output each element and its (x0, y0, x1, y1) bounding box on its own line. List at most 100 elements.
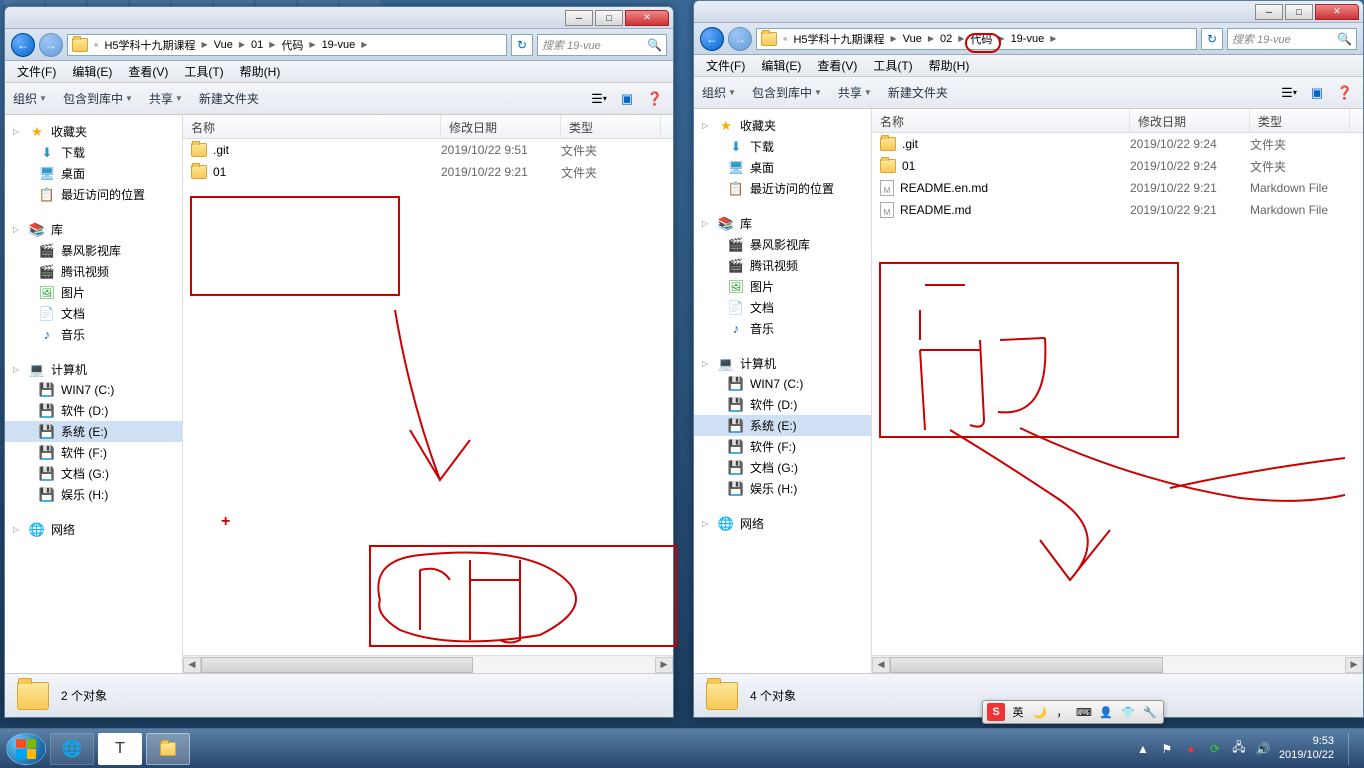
sidebar-item[interactable]: 🎬暴风影视库 (694, 234, 871, 255)
forward-button[interactable]: → (39, 33, 63, 57)
titlebar[interactable]: ─ □ ✕ (5, 7, 673, 29)
sidebar-item[interactable]: 🖼图片 (5, 282, 182, 303)
sidebar-libraries[interactable]: ▷📚库 (694, 213, 871, 234)
back-button[interactable]: ← (700, 27, 724, 51)
taskbar-text[interactable]: T (98, 733, 142, 765)
sidebar-item[interactable]: 📄文档 (694, 297, 871, 318)
refresh-button[interactable]: ↻ (511, 34, 533, 56)
breadcrumb-seg[interactable]: 代码 (966, 29, 996, 49)
ime-logo-icon[interactable]: S (987, 703, 1005, 721)
menu-view[interactable]: 查看(V) (120, 63, 176, 80)
breadcrumb-seg[interactable]: H5学科十九期课程 (789, 29, 888, 49)
file-list[interactable]: .git2019/10/22 9:51文件夹012019/10/22 9:21文… (183, 139, 673, 655)
file-row[interactable]: 012019/10/22 9:21文件夹 (183, 161, 673, 183)
preview-pane-button[interactable]: ▣ (617, 89, 637, 109)
hscrollbar[interactable]: ◀▶ (183, 655, 673, 673)
ime-punct-icon[interactable]: ， (1053, 703, 1071, 721)
breadcrumb[interactable]: « H5学科十九期课程▶ Vue▶ 02▶ 代码▶ 19-vue▶ (756, 28, 1197, 50)
breadcrumb-seg[interactable]: 02 (936, 29, 956, 49)
sidebar-favorites[interactable]: ▷★收藏夹 (694, 115, 871, 136)
ime-skin-icon[interactable]: 👕 (1119, 703, 1137, 721)
tray-up-icon[interactable]: ▲ (1135, 741, 1151, 757)
sidebar-item[interactable]: 💾软件 (D:) (5, 400, 182, 421)
breadcrumb-seg[interactable]: 19-vue (318, 35, 360, 55)
menu-view[interactable]: 查看(V) (809, 57, 865, 74)
sidebar-item[interactable]: 🖼图片 (694, 276, 871, 297)
sidebar-item[interactable]: 🖥桌面 (5, 163, 182, 184)
sidebar-item[interactable]: ⬇下载 (5, 142, 182, 163)
col-name[interactable]: 名称 (183, 115, 441, 138)
file-row[interactable]: .git2019/10/22 9:24文件夹 (872, 133, 1363, 155)
sidebar-item[interactable]: 💾WIN7 (C:) (5, 380, 182, 400)
help-button[interactable]: ❓ (645, 89, 665, 109)
tray-volume-icon[interactable]: 🔊 (1255, 741, 1271, 757)
sidebar-item[interactable]: 💾软件 (F:) (694, 436, 871, 457)
sidebar-item[interactable]: 💾娱乐 (H:) (5, 484, 182, 505)
menu-file[interactable]: 文件(F) (9, 63, 64, 80)
sidebar-item[interactable]: 💾软件 (D:) (694, 394, 871, 415)
minimize-button[interactable]: ─ (1255, 4, 1283, 20)
sidebar-libraries[interactable]: ▷📚库 (5, 219, 182, 240)
sidebar-item[interactable]: 💾系统 (E:) (694, 415, 871, 436)
sidebar-item[interactable]: 📋最近访问的位置 (5, 184, 182, 205)
include-library-button[interactable]: 包含到库中▼ (752, 84, 822, 101)
tray-flag-icon[interactable]: ⚑ (1159, 741, 1175, 757)
include-library-button[interactable]: 包含到库中▼ (63, 90, 133, 107)
tray-record-icon[interactable]: ● (1183, 741, 1199, 757)
col-type[interactable]: 类型 (561, 115, 661, 138)
col-date[interactable]: 修改日期 (441, 115, 561, 138)
sidebar-item[interactable]: 💾WIN7 (C:) (694, 374, 871, 394)
close-button[interactable]: ✕ (625, 10, 669, 26)
refresh-button[interactable]: ↻ (1201, 28, 1223, 50)
sidebar-item[interactable]: 📋最近访问的位置 (694, 178, 871, 199)
sidebar-item[interactable]: 📄文档 (5, 303, 182, 324)
help-button[interactable]: ❓ (1335, 83, 1355, 103)
sidebar-item[interactable]: ♪音乐 (694, 318, 871, 339)
forward-button[interactable]: → (728, 27, 752, 51)
sidebar-item[interactable]: 🖥桌面 (694, 157, 871, 178)
file-row[interactable]: MREADME.en.md2019/10/22 9:21Markdown Fil… (872, 177, 1363, 199)
new-folder-button[interactable]: 新建文件夹 (888, 84, 948, 101)
breadcrumb-seg[interactable]: H5学科十九期课程 (100, 35, 199, 55)
col-date[interactable]: 修改日期 (1130, 109, 1250, 132)
sidebar-item[interactable]: 🎬腾讯视频 (5, 261, 182, 282)
sidebar-item[interactable]: 💾软件 (F:) (5, 442, 182, 463)
sidebar-item[interactable]: ♪音乐 (5, 324, 182, 345)
menu-file[interactable]: 文件(F) (698, 57, 753, 74)
sidebar-item[interactable]: 🎬腾讯视频 (694, 255, 871, 276)
menu-help[interactable]: 帮助(H) (232, 63, 289, 80)
ime-lang-button[interactable]: 英 (1009, 703, 1027, 721)
breadcrumb-seg[interactable]: 代码 (277, 35, 307, 55)
start-button[interactable] (6, 733, 46, 765)
search-input[interactable]: 搜索 19-vue🔍 (1227, 28, 1357, 50)
titlebar[interactable]: ─ □ ✕ (694, 1, 1363, 23)
search-input[interactable]: 搜索 19-vue🔍 (537, 34, 667, 56)
back-button[interactable]: ← (11, 33, 35, 57)
sidebar-network[interactable]: ▷🌐网络 (694, 513, 871, 534)
col-type[interactable]: 类型 (1250, 109, 1350, 132)
ime-settings-icon[interactable]: 🔧 (1141, 703, 1159, 721)
share-button[interactable]: 共享▼ (149, 90, 183, 107)
minimize-button[interactable]: ─ (565, 10, 593, 26)
file-row[interactable]: .git2019/10/22 9:51文件夹 (183, 139, 673, 161)
ime-user-icon[interactable]: 👤 (1097, 703, 1115, 721)
ime-keyboard-icon[interactable]: ⌨ (1075, 703, 1093, 721)
show-desktop-button[interactable] (1348, 733, 1358, 765)
file-row[interactable]: MREADME.md2019/10/22 9:21Markdown File (872, 199, 1363, 221)
sidebar-computer[interactable]: ▷💻计算机 (694, 353, 871, 374)
new-folder-button[interactable]: 新建文件夹 (199, 90, 259, 107)
maximize-button[interactable]: □ (595, 10, 623, 26)
hscrollbar[interactable]: ◀▶ (872, 655, 1363, 673)
file-list[interactable]: .git2019/10/22 9:24文件夹012019/10/22 9:24文… (872, 133, 1363, 655)
clock[interactable]: 9:532019/10/22 (1279, 735, 1340, 761)
breadcrumb-seg[interactable]: 01 (247, 35, 267, 55)
ime-moon-icon[interactable]: 🌙 (1031, 703, 1049, 721)
view-options-button[interactable]: ☰▾ (589, 89, 609, 109)
taskbar-chrome[interactable]: 🌐 (50, 733, 94, 765)
menu-tools[interactable]: 工具(T) (176, 63, 231, 80)
sidebar-item[interactable]: 💾系统 (E:) (5, 421, 182, 442)
file-row[interactable]: 012019/10/22 9:24文件夹 (872, 155, 1363, 177)
breadcrumb-seg[interactable]: Vue (899, 29, 926, 49)
breadcrumb[interactable]: « H5学科十九期课程▶ Vue▶ 01▶ 代码▶ 19-vue▶ (67, 34, 507, 56)
close-button[interactable]: ✕ (1315, 4, 1359, 20)
